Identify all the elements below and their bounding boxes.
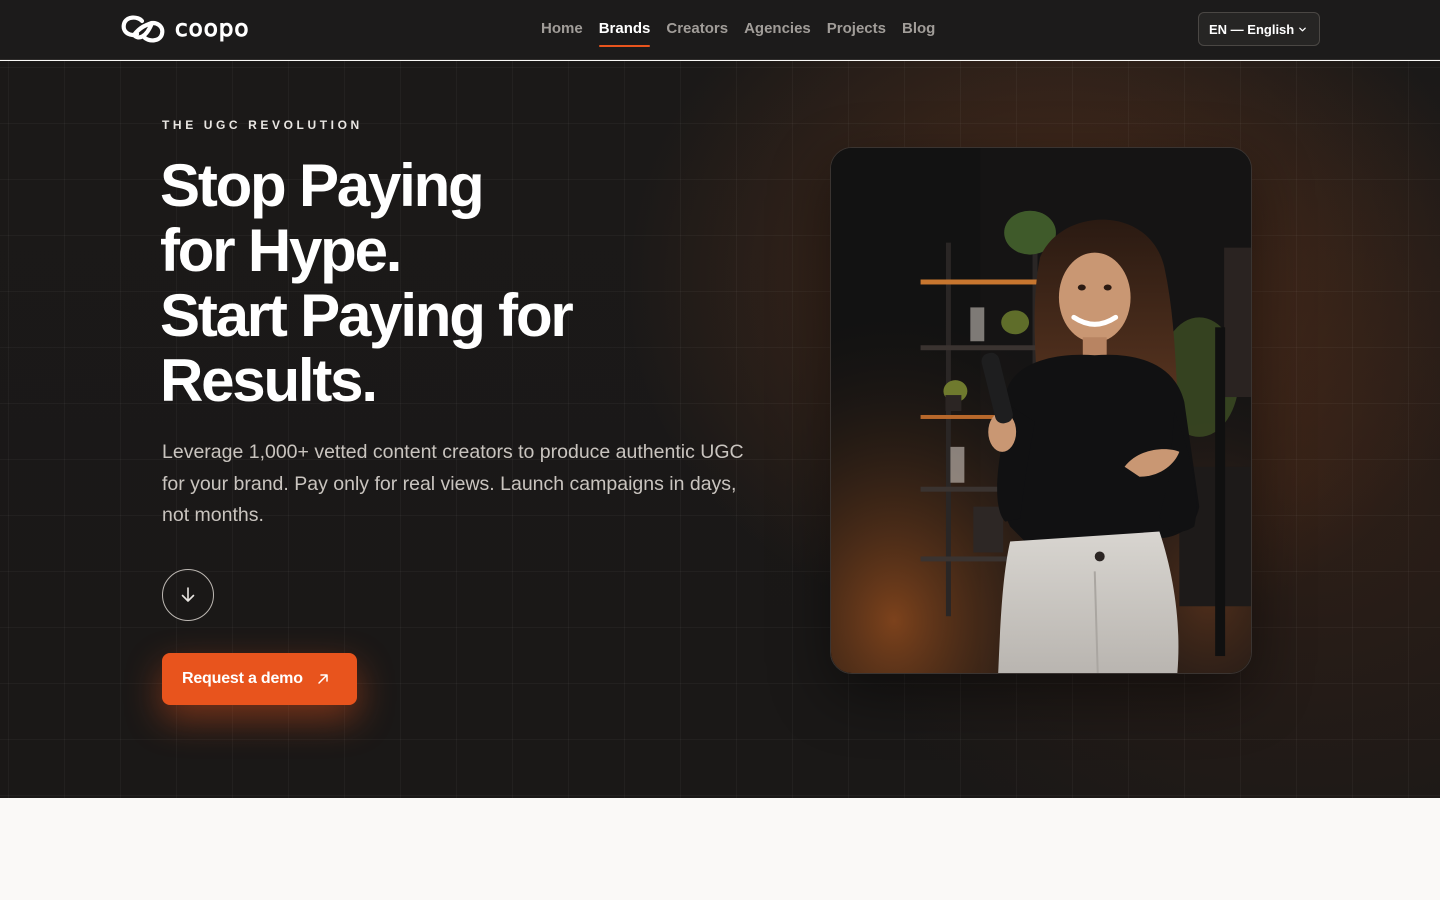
headline-line: Results. <box>160 347 378 414</box>
nav-home[interactable]: Home <box>533 0 591 60</box>
headline-line: Stop Paying <box>160 152 485 219</box>
hero-eyebrow: THE UGC REVOLUTION <box>162 118 363 132</box>
language-selector[interactable]: EN — English <box>1198 12 1320 46</box>
brand-logo[interactable]: coopo <box>120 13 249 45</box>
main-nav: Home Brands Creators Agencies Projects B… <box>533 0 943 60</box>
hero-image <box>830 147 1252 674</box>
nav-creators[interactable]: Creators <box>658 0 736 60</box>
creator-photo <box>831 148 1251 673</box>
arrow-down-icon <box>181 587 195 602</box>
nav-blog[interactable]: Blog <box>894 0 943 60</box>
chevron-down-icon <box>1299 27 1306 32</box>
hero-headline: Stop Paying for Hype. Start Paying for R… <box>160 153 780 413</box>
headline-line: for Hype. <box>160 217 402 284</box>
request-demo-button[interactable]: Request a demo <box>162 653 357 705</box>
arrow-up-right-icon <box>318 674 328 684</box>
scroll-down-button[interactable] <box>162 569 214 621</box>
hero-section: THE UGC REVOLUTION Stop Paying for Hype.… <box>0 61 1440 798</box>
next-section <box>0 798 1440 900</box>
headline-line: Start Paying for <box>160 282 574 349</box>
language-label: EN — English <box>1209 21 1295 37</box>
brand-wordmark: coopo <box>174 15 250 42</box>
nav-brands[interactable]: Brands <box>591 0 659 60</box>
nav-projects[interactable]: Projects <box>819 0 894 60</box>
hero-description: Leverage 1,000+ vetted content creators … <box>162 441 744 526</box>
site-header: coopo Home Brands Creators Agencies Proj… <box>0 0 1440 60</box>
cta-label: Request a demo <box>182 670 303 687</box>
logo-icon <box>121 15 165 43</box>
nav-agencies[interactable]: Agencies <box>736 0 819 60</box>
